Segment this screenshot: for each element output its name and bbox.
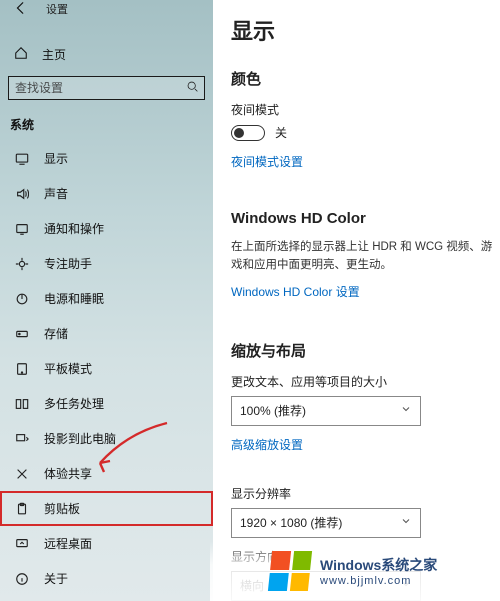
notification-icon <box>14 222 30 236</box>
advanced-scaling-link[interactable]: 高级缩放设置 <box>231 436 303 453</box>
sidebar-item-power[interactable]: 电源和睡眠 <box>0 281 213 316</box>
resolution-value: 1920 × 1080 (推荐) <box>240 514 342 531</box>
section-color: 颜色 <box>231 68 500 89</box>
night-mode-state: 关 <box>275 124 287 141</box>
sidebar-item-label: 远程桌面 <box>44 535 92 552</box>
night-mode-toggle[interactable] <box>231 125 265 141</box>
sidebar-item-label: 体验共享 <box>44 465 92 482</box>
sidebar-item-label: 存储 <box>44 325 68 342</box>
section-scale: 缩放与布局 <box>231 340 500 361</box>
text-size-label: 更改文本、应用等项目的大小 <box>231 373 500 390</box>
search-icon[interactable] <box>180 80 204 96</box>
sidebar-item-label: 电源和睡眠 <box>44 290 104 307</box>
night-mode-settings-link[interactable]: 夜间模式设置 <box>231 153 303 170</box>
text-size-dropdown[interactable]: 100% (推荐) <box>231 396 421 426</box>
hd-color-link[interactable]: Windows HD Color 设置 <box>231 283 360 300</box>
hd-color-desc: 在上面所选择的显示器上让 HDR 和 WCG 视频、游戏和应用中面更明亮、更生动… <box>231 239 500 275</box>
sidebar-item-label: 通知和操作 <box>44 220 104 237</box>
chevron-down-icon <box>400 578 412 593</box>
orientation-dropdown[interactable]: 横向 <box>231 571 421 601</box>
settings-sidebar: 设置 主页 系统 显示 声音 <box>0 0 213 601</box>
chevron-down-icon <box>400 403 412 418</box>
app-title: 设置 <box>46 1 68 17</box>
back-icon[interactable] <box>14 1 28 18</box>
sidebar-item-focus[interactable]: 专注助手 <box>0 246 213 281</box>
sidebar-item-about[interactable]: 关于 <box>0 561 213 596</box>
monitor-icon <box>14 152 30 166</box>
sidebar-item-clipboard[interactable]: 剪贴板 <box>0 491 213 526</box>
sidebar-item-shared[interactable]: 体验共享 <box>0 456 213 491</box>
share-icon <box>14 467 30 481</box>
section-hd-color: Windows HD Color <box>231 210 500 227</box>
sidebar-item-label: 剪贴板 <box>44 500 80 517</box>
clipboard-icon <box>14 502 30 516</box>
sidebar-item-label: 声音 <box>44 185 68 202</box>
search-input[interactable] <box>9 81 180 95</box>
remote-icon <box>14 537 30 551</box>
sidebar-section-label: 系统 <box>0 100 213 141</box>
search-box[interactable] <box>8 76 205 100</box>
project-icon <box>14 432 30 446</box>
focus-icon <box>14 257 30 271</box>
resolution-dropdown[interactable]: 1920 × 1080 (推荐) <box>231 508 421 538</box>
orientation-label: 显示方向 <box>231 548 500 565</box>
orientation-value: 横向 <box>240 577 264 594</box>
sidebar-nav: 显示 声音 通知和操作 专注助手 电源和睡眠 存储 <box>0 141 213 596</box>
sidebar-item-label: 平板模式 <box>44 360 92 377</box>
sidebar-home[interactable]: 主页 <box>0 36 213 72</box>
sidebar-item-label: 投影到此电脑 <box>44 430 116 447</box>
night-mode-label: 夜间模式 <box>231 101 500 118</box>
tablet-icon <box>14 362 30 376</box>
power-icon <box>14 292 30 306</box>
sidebar-item-label: 专注助手 <box>44 255 92 272</box>
home-icon <box>14 46 28 63</box>
chevron-down-icon <box>400 515 412 530</box>
sidebar-item-notifications[interactable]: 通知和操作 <box>0 211 213 246</box>
info-icon <box>14 572 30 586</box>
text-size-value: 100% (推荐) <box>240 402 306 419</box>
sidebar-item-storage[interactable]: 存储 <box>0 316 213 351</box>
sidebar-item-label: 显示 <box>44 150 68 167</box>
sidebar-item-multitask[interactable]: 多任务处理 <box>0 386 213 421</box>
sidebar-item-display[interactable]: 显示 <box>0 141 213 176</box>
main-panel: 显示 颜色 夜间模式 关 夜间模式设置 Windows HD Color 在上面… <box>213 0 500 601</box>
resolution-label: 显示分辨率 <box>231 485 500 502</box>
multitask-icon <box>14 397 30 411</box>
sidebar-item-projecting[interactable]: 投影到此电脑 <box>0 421 213 456</box>
page-title: 显示 <box>231 14 500 46</box>
sound-icon <box>14 187 30 201</box>
storage-icon <box>14 327 30 341</box>
sidebar-item-remote[interactable]: 远程桌面 <box>0 526 213 561</box>
sidebar-item-label: 多任务处理 <box>44 395 104 412</box>
sidebar-item-sound[interactable]: 声音 <box>0 176 213 211</box>
sidebar-item-tablet[interactable]: 平板模式 <box>0 351 213 386</box>
sidebar-home-label: 主页 <box>42 46 66 63</box>
sidebar-item-label: 关于 <box>44 570 68 587</box>
